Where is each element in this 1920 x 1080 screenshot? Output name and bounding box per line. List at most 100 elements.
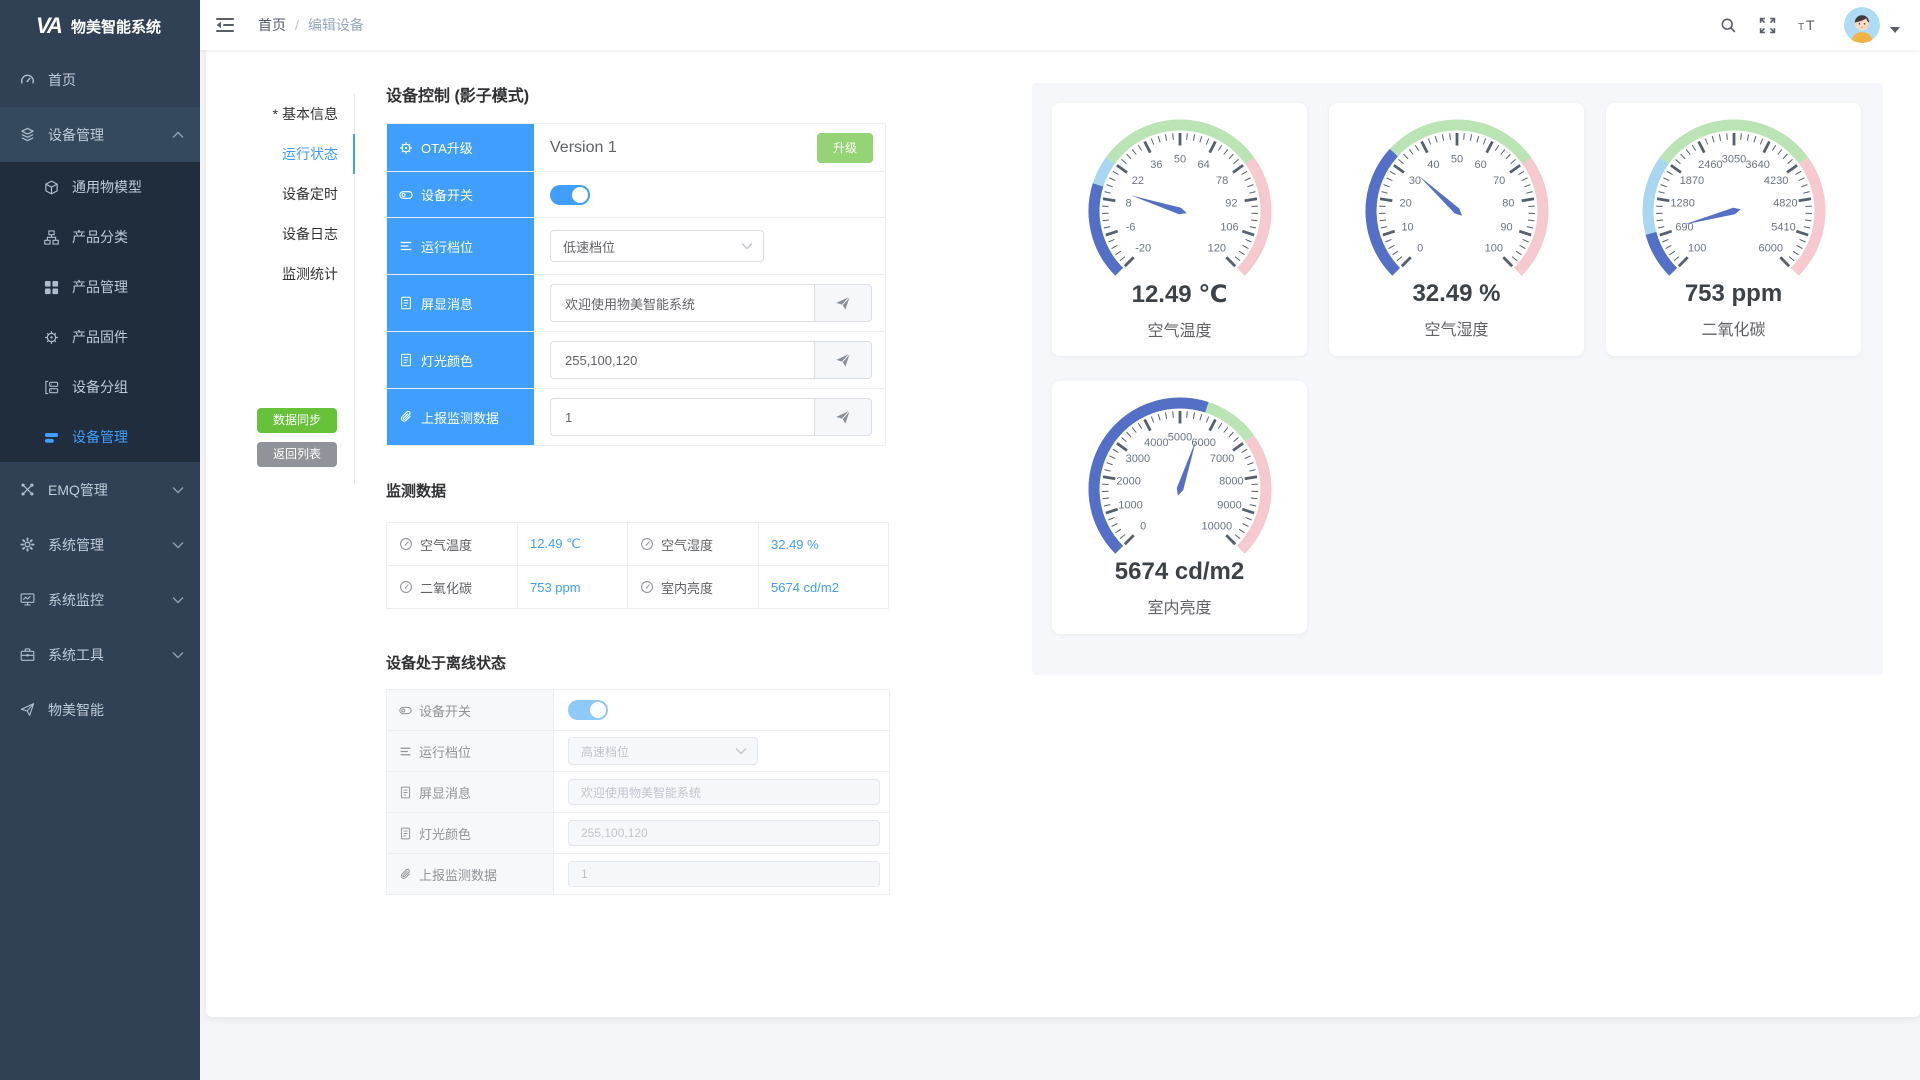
svg-text:50: 50 bbox=[1450, 154, 1462, 166]
switch-icon bbox=[399, 188, 413, 202]
sidebar-item-emq[interactable]: EMQ管理 bbox=[0, 462, 200, 517]
breadcrumb-home[interactable]: 首页 bbox=[258, 15, 286, 35]
offline-color-input[interactable] bbox=[568, 820, 880, 846]
dashboard-icon bbox=[20, 72, 35, 87]
sidebar-fold-icon[interactable] bbox=[216, 16, 234, 34]
send-color-button[interactable] bbox=[814, 341, 872, 379]
gauge-icon bbox=[640, 537, 654, 551]
svg-text:5000: 5000 bbox=[1167, 432, 1191, 444]
upgrade-button[interactable]: 升级 bbox=[817, 133, 873, 163]
svg-text:4000: 4000 bbox=[1144, 437, 1168, 449]
topbar: 首页 / 编辑设备 TT bbox=[200, 0, 1920, 50]
app-title: 物美智能系统 bbox=[71, 16, 161, 37]
sidebar-item-device-mgmt-active[interactable]: 设备管理 bbox=[0, 412, 200, 462]
chevron-down-icon bbox=[172, 594, 184, 606]
gauge-card-temperature: -20-68223650647892106120 12.49 ℃ 空气温度 bbox=[1052, 103, 1307, 356]
sidebar-item-home[interactable]: 首页 bbox=[0, 52, 200, 107]
send-report-button[interactable] bbox=[814, 398, 872, 436]
tab-monitor-stats[interactable]: 监测统计 bbox=[206, 254, 354, 294]
document-icon bbox=[399, 786, 412, 799]
font-size-icon[interactable]: TT bbox=[1798, 17, 1822, 33]
tab-device-log[interactable]: 设备日志 bbox=[206, 214, 354, 254]
gauge-value: 5674 cd/m2 bbox=[1115, 558, 1244, 586]
monitor-table: 空气温度 12.49 ℃ 空气湿度 32.49 % 二氧化碳 753 ppm 室… bbox=[386, 522, 889, 609]
svg-text:0: 0 bbox=[1140, 520, 1146, 532]
layers-icon bbox=[20, 127, 35, 142]
sidebar-item-product-category[interactable]: 产品分类 bbox=[0, 212, 200, 262]
tab-basic-info[interactable]: *基本信息 bbox=[206, 94, 354, 134]
sidebar-item-product-mgmt[interactable]: 产品管理 bbox=[0, 262, 200, 312]
screen-message-input[interactable] bbox=[550, 284, 814, 322]
fullscreen-icon[interactable] bbox=[1759, 17, 1776, 34]
sidebar-item-wumei[interactable]: 物美智能 bbox=[0, 682, 200, 737]
sidebar-item-sys-tools[interactable]: 系统工具 bbox=[0, 627, 200, 682]
monitor-value-co2: 753 ppm bbox=[518, 566, 628, 609]
svg-text:20: 20 bbox=[1399, 197, 1411, 209]
svg-text:1000: 1000 bbox=[1118, 500, 1142, 512]
svg-text:70: 70 bbox=[1492, 175, 1504, 187]
svg-text:9000: 9000 bbox=[1217, 500, 1241, 512]
avatar[interactable] bbox=[1844, 7, 1880, 43]
monitor-title: 监测数据 bbox=[386, 480, 446, 501]
list-icon bbox=[399, 745, 412, 758]
monitor-value-humidity: 32.49 % bbox=[759, 523, 889, 566]
light-color-input[interactable] bbox=[550, 341, 814, 379]
sidebar-item-thing-model[interactable]: 通用物模型 bbox=[0, 162, 200, 212]
sidebar-item-sys-monitor[interactable]: 系统监控 bbox=[0, 572, 200, 627]
monitor-value-brightness: 5674 cd/m2 bbox=[759, 566, 889, 609]
gauge-icon bbox=[640, 580, 654, 594]
gauge-label: 室内亮度 bbox=[1147, 594, 1211, 618]
gauge-label: 二氧化碳 bbox=[1701, 316, 1765, 340]
gauge-icon bbox=[399, 537, 413, 551]
document-icon bbox=[399, 353, 413, 367]
app-logo[interactable]: VA 物美智能系统 bbox=[0, 0, 200, 52]
svg-text:92: 92 bbox=[1225, 197, 1237, 209]
emq-icon bbox=[20, 482, 35, 497]
chevron-up-icon bbox=[172, 129, 184, 141]
gear-icon bbox=[20, 537, 35, 552]
report-data-input[interactable] bbox=[550, 398, 814, 436]
logo-mark: VA bbox=[36, 13, 61, 39]
tab-device-timer[interactable]: 设备定时 bbox=[206, 174, 354, 214]
sidebar-item-device-group[interactable]: 设备分组 bbox=[0, 362, 200, 412]
offline-report-label: 上报监测数据 bbox=[387, 854, 554, 895]
gauge-value: 32.49 % bbox=[1412, 280, 1500, 308]
offline-gear-select[interactable]: 高速档位 bbox=[568, 737, 758, 765]
send-message-button[interactable] bbox=[814, 284, 872, 322]
avatar-caret-icon[interactable] bbox=[1890, 25, 1900, 35]
paperclip-icon bbox=[399, 868, 412, 881]
sidebar-item-sys-mgmt[interactable]: 系统管理 bbox=[0, 517, 200, 572]
server-group-icon bbox=[44, 380, 59, 395]
chevron-down-icon bbox=[735, 745, 747, 757]
ota-gear-icon bbox=[399, 141, 413, 155]
paperclip-icon bbox=[399, 410, 413, 424]
data-sync-button[interactable]: 数据同步 bbox=[257, 408, 337, 433]
svg-text:10: 10 bbox=[1401, 222, 1413, 234]
svg-text:1280: 1280 bbox=[1670, 197, 1694, 209]
breadcrumb-current: 编辑设备 bbox=[308, 15, 364, 35]
list-icon bbox=[399, 239, 413, 253]
document-icon bbox=[399, 296, 413, 310]
search-icon[interactable] bbox=[1720, 17, 1737, 34]
svg-text:7000: 7000 bbox=[1209, 453, 1233, 465]
offline-report-input[interactable] bbox=[568, 861, 880, 887]
gauge-card-co2: 1006901280187024603050364042304820541060… bbox=[1606, 103, 1861, 356]
switch-label: 设备开关 bbox=[387, 172, 534, 217]
topbar-actions: TT bbox=[1720, 7, 1900, 43]
svg-text:80: 80 bbox=[1502, 197, 1514, 209]
chevron-down-icon bbox=[172, 649, 184, 661]
breadcrumb: 首页 / 编辑设备 bbox=[258, 15, 364, 35]
tab-run-status[interactable]: 运行状态 bbox=[206, 134, 354, 174]
gauge-value: 753 ppm bbox=[1685, 280, 1782, 308]
back-to-list-button[interactable]: 返回列表 bbox=[257, 442, 337, 467]
device-control-table: OTA升级 Version 1 升级 设备开关 运行档 bbox=[386, 123, 886, 446]
svg-text:36: 36 bbox=[1150, 159, 1162, 171]
offline-message-input[interactable] bbox=[568, 779, 880, 805]
device-switch-toggle[interactable] bbox=[550, 185, 590, 205]
page-title: 设备控制 (影子模式) bbox=[386, 82, 529, 106]
sidebar-item-product-firmware[interactable]: 产品固件 bbox=[0, 312, 200, 362]
sidebar-item-device-mgmt[interactable]: 设备管理 bbox=[0, 107, 200, 162]
run-gear-select[interactable]: 低速档位 bbox=[550, 230, 764, 262]
offline-switch-toggle[interactable] bbox=[568, 700, 608, 720]
svg-text:120: 120 bbox=[1207, 242, 1225, 254]
